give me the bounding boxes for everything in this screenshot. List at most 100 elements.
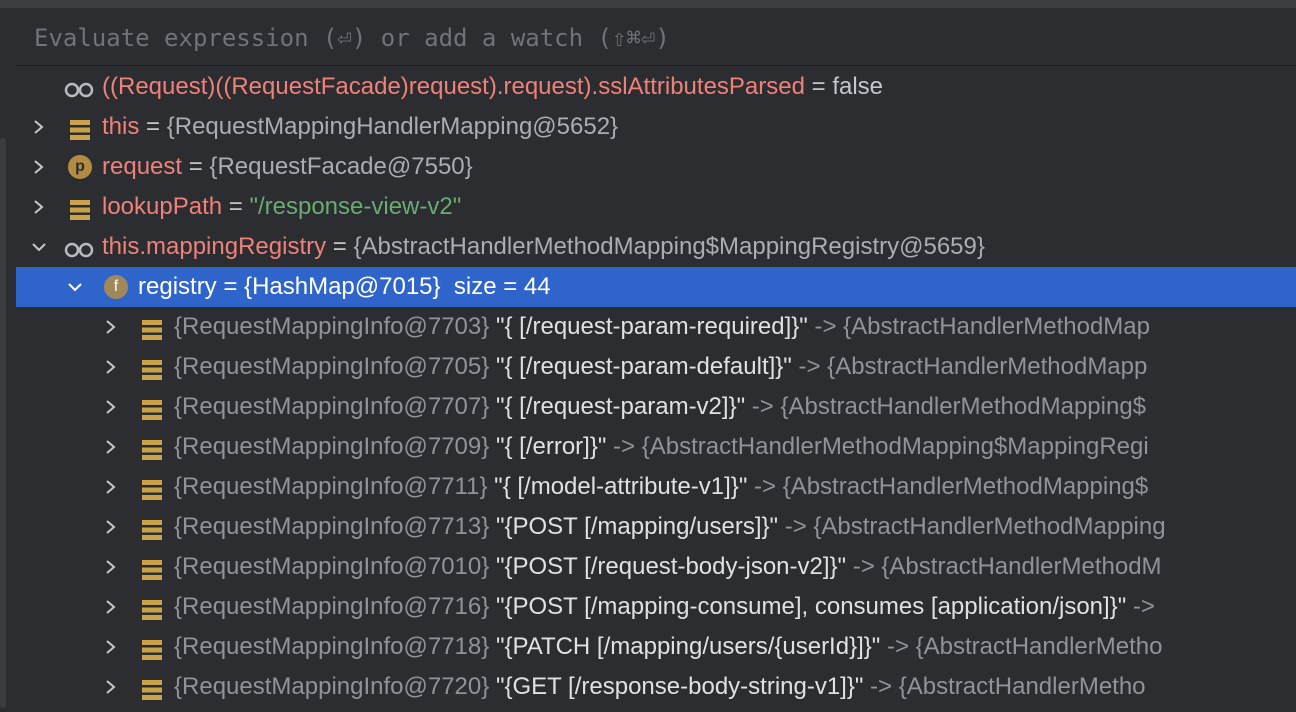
map-entry-string: "{POST [/mapping/users]}" xyxy=(495,513,779,540)
variable-row-registry-selected[interactable]: f registry = {HashMap@7015} size = 44 xyxy=(16,267,1296,307)
map-entry-key: {RequestMappingInfo@7010} xyxy=(174,553,490,580)
field-stack-icon xyxy=(68,195,92,220)
evaluate-expression-input[interactable] xyxy=(32,21,1276,55)
watch-text: ((Request)((RequestFacade)request).reque… xyxy=(102,67,883,107)
chevron-right-icon[interactable] xyxy=(99,347,123,387)
map-entry-value: {AbstractHandlerMethodM xyxy=(881,553,1162,580)
variable-text: this = {RequestMappingHandlerMapping@565… xyxy=(102,107,618,147)
map-entry-value: {AbstractHandlerMethodMap xyxy=(843,313,1150,340)
variable-equals: = xyxy=(139,113,167,140)
evaluate-bar xyxy=(16,8,1296,66)
chevron-right-icon[interactable] xyxy=(99,387,123,427)
map-entry-key: {RequestMappingInfo@7709} xyxy=(174,433,490,460)
map-entry-key: {RequestMappingInfo@7716} xyxy=(174,593,490,620)
map-entry-string: "{ [/request-param-default]}" xyxy=(495,353,792,380)
map-entry-text: {RequestMappingInfo@7703} "{ [/request-p… xyxy=(174,307,1150,347)
map-entry-string: "{POST [/mapping-consume], consumes [app… xyxy=(495,593,1127,620)
variable-row-mapping-registry[interactable]: this.mappingRegistry = {AbstractHandlerM… xyxy=(16,227,1296,267)
chevron-right-icon[interactable] xyxy=(27,107,51,147)
map-entry-row[interactable]: {RequestMappingInfo@7707} "{ [/request-p… xyxy=(16,387,1296,427)
variable-text: lookupPath = "/response-view-v2" xyxy=(102,187,461,227)
variable-row-request[interactable]: p request = {RequestFacade@7550} xyxy=(16,147,1296,187)
gutter-scrollbar[interactable] xyxy=(0,138,6,708)
map-entry-text: {RequestMappingInfo@7711} "{ [/model-att… xyxy=(174,467,1148,507)
variable-equals: = xyxy=(326,233,354,260)
chevron-right-icon[interactable] xyxy=(27,187,51,227)
watch-equals: = xyxy=(804,73,833,100)
map-entry-row[interactable]: {RequestMappingInfo@7716} "{POST [/mappi… xyxy=(16,587,1296,627)
map-entry-key: {RequestMappingInfo@7720} xyxy=(174,673,490,700)
map-entry-value: {AbstractHandlerMetho xyxy=(898,673,1146,700)
variable-name: registry xyxy=(138,273,217,300)
map-entry-string: "{GET [/response-body-string-v1]}" xyxy=(495,673,864,700)
map-entry-row[interactable]: {RequestMappingInfo@7705} "{ [/request-p… xyxy=(16,347,1296,387)
variable-name: this xyxy=(102,113,140,140)
map-entry-value: {AbstractHandlerMethodMapping$MappingReg… xyxy=(641,433,1149,460)
map-entry-row[interactable]: {RequestMappingInfo@7703} "{ [/request-p… xyxy=(16,307,1296,347)
chevron-right-icon[interactable] xyxy=(99,667,123,707)
map-entry-arrow: -> xyxy=(606,433,642,460)
field-stack-icon xyxy=(140,475,164,500)
field-stack-icon xyxy=(140,515,164,540)
chevron-right-icon[interactable] xyxy=(99,507,123,547)
map-entry-row[interactable]: {RequestMappingInfo@7713} "{POST [/mappi… xyxy=(16,507,1296,547)
map-entry-key: {RequestMappingInfo@7718} xyxy=(174,633,490,660)
variable-row-this[interactable]: this = {RequestMappingHandlerMapping@565… xyxy=(16,107,1296,147)
map-entry-value: {AbstractHandlerMethodMapping$ xyxy=(782,473,1149,500)
field-stack-icon xyxy=(140,595,164,620)
chevron-right-icon[interactable] xyxy=(99,427,123,467)
field-stack-icon xyxy=(140,315,164,340)
field-stack-icon xyxy=(140,555,164,580)
map-entry-string: "{ [/error]}" xyxy=(495,433,607,460)
chevron-right-icon[interactable] xyxy=(99,307,123,347)
watch-row[interactable]: ((Request)((RequestFacade)request).reque… xyxy=(16,67,1296,107)
field-stack-icon xyxy=(140,435,164,460)
map-entry-text: {RequestMappingInfo@7713} "{POST [/mappi… xyxy=(174,507,1166,547)
watch-expression: ((Request)((RequestFacade)request).reque… xyxy=(102,73,805,100)
map-entry-text: {RequestMappingInfo@7709} "{ [/error]}" … xyxy=(174,427,1149,467)
map-entry-row[interactable]: {RequestMappingInfo@7010} "{POST [/reque… xyxy=(16,547,1296,587)
variable-value: {RequestMappingHandlerMapping@5652} xyxy=(166,113,619,140)
variable-equals: = xyxy=(216,273,245,300)
variable-value: "/response-view-v2" xyxy=(249,193,462,220)
variable-equals: = xyxy=(222,193,250,220)
variable-value: {HashMap@7015} xyxy=(244,273,441,300)
chevron-down-icon[interactable] xyxy=(63,267,87,307)
map-entry-text: {RequestMappingInfo@7010} "{POST [/reque… xyxy=(174,547,1162,587)
map-entry-value: {AbstractHandlerMethodMapping xyxy=(813,513,1166,540)
chevron-right-icon[interactable] xyxy=(99,627,123,667)
map-entry-arrow: -> xyxy=(807,313,844,340)
map-entry-key: {RequestMappingInfo@7703} xyxy=(174,313,490,340)
variable-text: this.mappingRegistry = {AbstractHandlerM… xyxy=(102,227,985,267)
field-stack-icon xyxy=(140,355,164,380)
map-entry-arrow: -> xyxy=(880,633,916,660)
left-gutter xyxy=(0,8,16,712)
map-entry-arrow: -> xyxy=(791,353,828,380)
field-stack-icon xyxy=(140,635,164,660)
field-stack-icon xyxy=(140,675,164,700)
map-entry-row[interactable]: {RequestMappingInfo@7718} "{PATCH [/mapp… xyxy=(16,627,1296,667)
map-entry-value: {AbstractHandlerMethodMapping$ xyxy=(780,393,1147,420)
map-entry-row[interactable]: {RequestMappingInfo@7711} "{ [/model-att… xyxy=(16,467,1296,507)
watch-value: false xyxy=(832,73,884,100)
map-entry-string: "{ [/request-param-v2]}" xyxy=(495,393,746,420)
field-icon: f xyxy=(104,275,128,299)
chevron-right-icon[interactable] xyxy=(99,587,123,627)
map-entry-text: {RequestMappingInfo@7718} "{PATCH [/mapp… xyxy=(174,627,1162,667)
chevron-right-icon[interactable] xyxy=(99,547,123,587)
map-entry-text: {RequestMappingInfo@7716} "{POST [/mappi… xyxy=(174,587,1155,627)
map-entry-string: "{PATCH [/mapping/users/{userId}]}" xyxy=(495,633,881,660)
map-entry-row[interactable]: {RequestMappingInfo@7709} "{ [/error]}" … xyxy=(16,427,1296,467)
chevron-right-icon[interactable] xyxy=(27,147,51,187)
map-entry-row[interactable]: {RequestMappingInfo@7720} "{GET [/respon… xyxy=(16,667,1296,707)
chevron-right-icon[interactable] xyxy=(99,467,123,507)
map-entry-string: "{ [/model-attribute-v1]}" xyxy=(494,473,748,500)
map-entry-text: {RequestMappingInfo@7705} "{ [/request-p… xyxy=(174,347,1147,387)
map-entry-arrow: -> xyxy=(778,513,814,540)
variable-size: size = 44 xyxy=(440,273,551,300)
variable-text: registry = {HashMap@7015} size = 44 xyxy=(138,267,551,307)
chevron-down-icon[interactable] xyxy=(27,227,51,267)
watch-glasses-icon xyxy=(64,75,94,99)
variable-text: request = {RequestFacade@7550} xyxy=(102,147,473,187)
variable-row-lookuppath[interactable]: lookupPath = "/response-view-v2" xyxy=(16,187,1296,227)
